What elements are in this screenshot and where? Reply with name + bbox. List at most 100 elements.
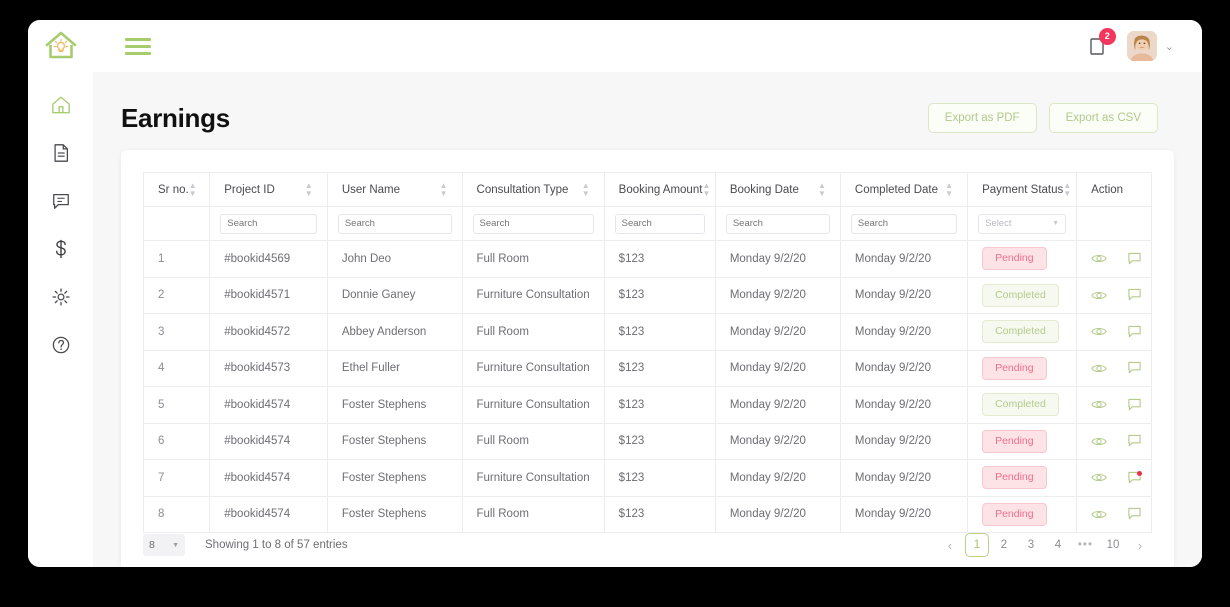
pagination-page-4[interactable]: 4 [1046, 533, 1070, 557]
chat-button[interactable] [1127, 398, 1142, 412]
column-header-payment-status[interactable]: Payment Status ▲ ▼ [967, 172, 1078, 207]
chat-button[interactable] [1127, 470, 1143, 485]
cell-booking-date: Monday 9/2/20 [714, 459, 841, 497]
cell-sr-no: 4 [142, 349, 211, 387]
chat-button[interactable] [1127, 507, 1142, 521]
view-button[interactable] [1091, 252, 1107, 265]
sort-icon: ▲ ▼ [581, 180, 590, 198]
view-button[interactable] [1091, 435, 1107, 448]
page-size-select[interactable]: 8 ▼ [143, 534, 185, 556]
chevron-down-icon[interactable]: ⌄ [1165, 40, 1174, 53]
sidebar-item-documents[interactable] [44, 138, 78, 168]
sidebar-item-messages[interactable] [44, 186, 78, 216]
table-row: 6 #bookid4574 Foster Stephens Full Room $123… [142, 422, 1152, 460]
export-csv-button[interactable]: Export as CSV [1048, 103, 1158, 133]
filter-input-project-id[interactable] [220, 213, 317, 234]
column-label: Booking Amount [618, 183, 703, 196]
column-header-booking-date[interactable]: Booking Date ▲ ▼ [714, 172, 841, 207]
cell-action [1076, 349, 1152, 387]
filter-input-user-name[interactable] [337, 213, 452, 234]
top-bar: 2 ⌄ [28, 20, 1202, 72]
avatar-image [1126, 31, 1157, 61]
cell-consultation-type: Full Room [461, 313, 605, 351]
column-header-consultation-type[interactable]: Consultation Type ▲ ▼ [461, 172, 605, 207]
filter-input-completed-date[interactable] [850, 213, 958, 234]
pagination-page-2[interactable]: 2 [992, 533, 1016, 557]
pagination-next-button[interactable]: › [1128, 533, 1152, 557]
action-buttons [1091, 507, 1141, 521]
view-button[interactable] [1091, 362, 1107, 375]
cell-sr-no: 7 [142, 459, 211, 497]
chat-button[interactable] [1127, 434, 1142, 448]
column-header-action: Action [1076, 172, 1152, 207]
page-header: Earnings Export as PDF Export as CSV [93, 72, 1202, 142]
filter-input-consultation-type[interactable] [472, 213, 594, 234]
cell-sr-no: 5 [142, 386, 211, 424]
hamburger-bar [125, 51, 151, 55]
cell-action [1076, 459, 1152, 497]
sidebar-item-settings[interactable] [44, 282, 78, 312]
cell-booking-date: Monday 9/2/20 [714, 313, 841, 351]
cell-payment-status: Pending [967, 495, 1078, 533]
filter-cell-payment-status: Select ▼ [967, 206, 1078, 241]
cell-user-name: Foster Stephens [326, 459, 463, 497]
action-buttons [1091, 398, 1141, 412]
avatar[interactable] [1126, 31, 1157, 61]
column-header-sr-no[interactable]: Sr no. ▲ ▼ [142, 172, 211, 207]
view-button[interactable] [1091, 289, 1107, 302]
cell-consultation-type: Furniture Consultation [461, 276, 605, 314]
column-header-completed-date[interactable]: Completed Date ▲ ▼ [839, 172, 969, 207]
hamburger-menu-icon[interactable] [115, 20, 161, 72]
chat-button[interactable] [1127, 288, 1142, 302]
page-size-value: 8 [149, 539, 155, 551]
sort-icon: ▲ ▼ [439, 180, 448, 198]
chat-button[interactable] [1127, 325, 1142, 339]
pagination-prev-button[interactable]: ‹ [938, 533, 962, 557]
chat-button[interactable] [1127, 252, 1142, 266]
pagination-page-1[interactable]: 1 [964, 533, 989, 557]
cell-project-id: #bookid4572 [209, 313, 328, 351]
cell-completed-date: Monday 9/2/20 [839, 422, 969, 460]
notification-button[interactable]: 2 [1085, 28, 1116, 61]
column-header-booking-amount[interactable]: Booking Amount ▲ ▼ [603, 172, 716, 207]
cell-sr-no: 1 [142, 240, 211, 278]
view-button[interactable] [1091, 398, 1107, 411]
earnings-card: Sr no. ▲ ▼ Project ID ▲ ▼ User Name ▲ ▼ Consul… [121, 150, 1174, 567]
sort-icon: ▲ ▼ [817, 180, 826, 198]
column-header-project-id[interactable]: Project ID ▲ ▼ [209, 172, 328, 207]
filter-cell-booking-amount [603, 206, 716, 241]
table-header-row: Sr no. ▲ ▼ Project ID ▲ ▼ User Name ▲ ▼ Consul… [142, 172, 1152, 207]
column-header-user-name[interactable]: User Name ▲ ▼ [326, 172, 463, 207]
filter-input-booking-amount[interactable] [614, 213, 705, 234]
action-buttons [1091, 325, 1141, 339]
hamburger-bar [125, 44, 151, 48]
pagination-page-3[interactable]: 3 [1019, 533, 1043, 557]
export-pdf-button[interactable]: Export as PDF [927, 103, 1037, 133]
filter-cell-booking-date [714, 206, 841, 241]
filter-select-payment-status[interactable]: Select ▼ [978, 213, 1067, 234]
pagination-page-10[interactable]: 10 [1101, 533, 1125, 557]
eye-icon [1091, 328, 1107, 336]
cell-booking-amount: $123 [603, 276, 716, 314]
eye-icon [1091, 510, 1107, 518]
view-button[interactable] [1091, 508, 1107, 521]
sidebar-item-earnings[interactable] [44, 234, 78, 264]
chat-alert-dot [1137, 470, 1143, 476]
eye-icon [1091, 255, 1107, 263]
chat-button[interactable] [1127, 361, 1142, 375]
view-button[interactable] [1091, 471, 1107, 484]
chevron-down-icon: ▼ [1052, 220, 1060, 227]
table-row: 4 #bookid4573 Ethel Fuller Furniture Consul… [142, 349, 1152, 387]
sidebar-item-help[interactable] [44, 330, 78, 360]
cell-booking-date: Monday 9/2/20 [714, 495, 841, 533]
sidebar-item-home[interactable] [44, 90, 78, 120]
cell-booking-date: Monday 9/2/20 [714, 422, 841, 460]
app-logo[interactable] [28, 20, 93, 72]
table-filter-row: Select ▼ [142, 206, 1152, 241]
table-row: 2 #bookid4571 Donnie Ganey Furniture Consul… [142, 276, 1152, 314]
cell-booking-date: Monday 9/2/20 [714, 240, 841, 278]
view-button[interactable] [1091, 325, 1107, 338]
filter-input-booking-date[interactable] [725, 213, 830, 234]
cell-payment-status: Completed [967, 386, 1078, 424]
cell-booking-amount: $123 [603, 459, 716, 497]
